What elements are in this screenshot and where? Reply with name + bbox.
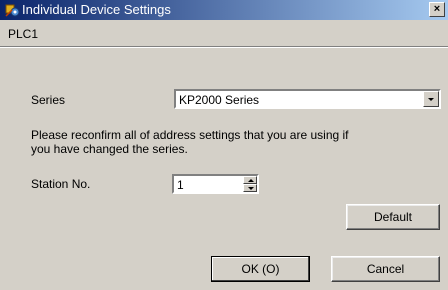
increment-button[interactable] bbox=[243, 176, 257, 184]
station-label: Station No. bbox=[31, 177, 91, 191]
device-settings-icon bbox=[5, 4, 20, 17]
note-line-2: you have changed the series. bbox=[31, 142, 188, 156]
arrow-up-icon bbox=[248, 179, 254, 182]
series-label: Series bbox=[31, 93, 66, 107]
close-icon: × bbox=[433, 3, 441, 15]
ok-button[interactable]: OK (O) bbox=[211, 256, 310, 282]
arrow-down-icon bbox=[248, 187, 254, 190]
note-line-1: Please reconfirm all of address settings… bbox=[31, 128, 349, 142]
device-header: PLC1 bbox=[0, 20, 448, 46]
title-bar[interactable]: Individual Device Settings × bbox=[0, 0, 448, 20]
station-number-value: 1 bbox=[177, 178, 184, 192]
chevron-down-icon bbox=[428, 98, 434, 101]
cancel-button[interactable]: Cancel bbox=[331, 256, 440, 282]
dialog-window: Individual Device Settings × PLC1 Series… bbox=[0, 0, 448, 290]
series-dropdown-button[interactable] bbox=[423, 91, 439, 107]
station-number-stepper[interactable]: 1 bbox=[172, 174, 259, 194]
series-value: KP2000 Series bbox=[179, 93, 260, 107]
device-name: PLC1 bbox=[8, 27, 39, 41]
stepper-buttons bbox=[243, 176, 257, 192]
close-button[interactable]: × bbox=[429, 2, 445, 17]
default-button[interactable]: Default bbox=[346, 204, 440, 230]
window-title: Individual Device Settings bbox=[22, 2, 171, 17]
decrement-button[interactable] bbox=[243, 184, 257, 192]
series-select[interactable]: KP2000 Series bbox=[174, 89, 441, 109]
header-divider-highlight bbox=[0, 47, 448, 48]
